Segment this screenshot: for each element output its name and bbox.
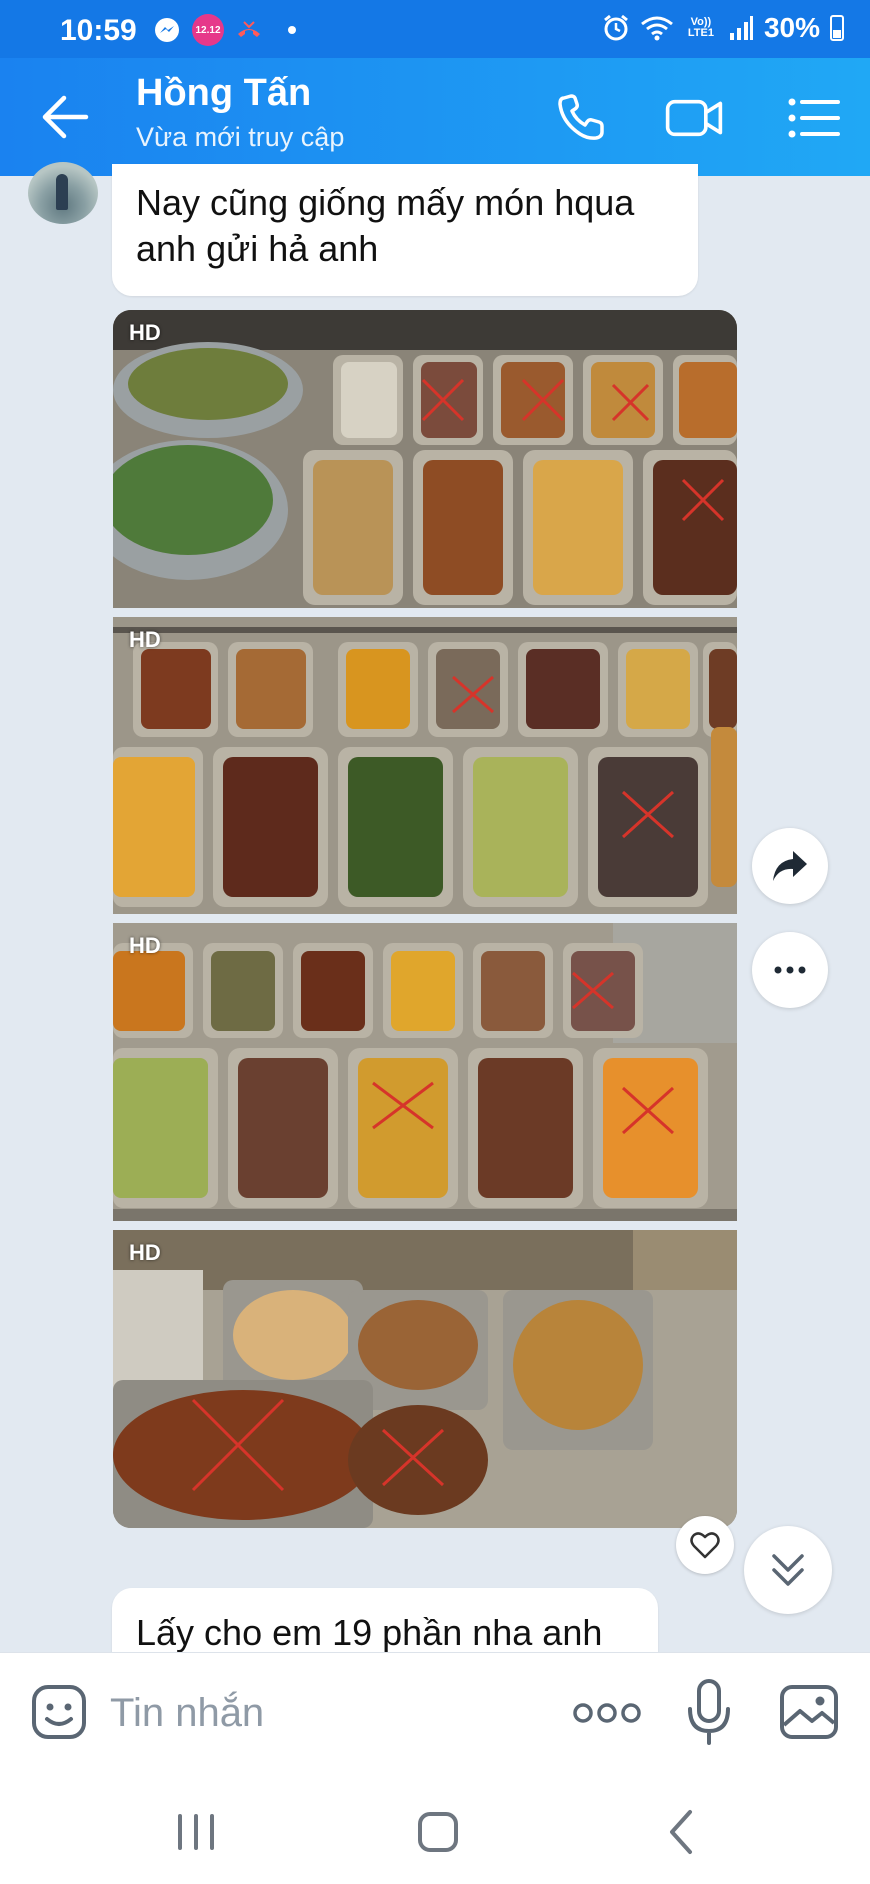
back-arrow-icon[interactable] bbox=[40, 94, 90, 140]
hd-badge: HD bbox=[129, 1240, 161, 1265]
more-dots-icon bbox=[774, 966, 806, 974]
menu-list-icon[interactable] bbox=[784, 92, 844, 144]
message-input[interactable] bbox=[110, 1683, 550, 1743]
emoji-sticker-icon[interactable] bbox=[30, 1683, 88, 1741]
scroll-to-bottom-button[interactable] bbox=[744, 1526, 832, 1614]
hd-badge: HD bbox=[129, 933, 161, 958]
more-notifications-dot bbox=[288, 26, 296, 34]
messenger-icon bbox=[152, 15, 182, 45]
phone-call-icon[interactable] bbox=[552, 92, 612, 144]
more-actions-icon[interactable] bbox=[572, 1695, 642, 1731]
double-chevron-down-icon bbox=[772, 1554, 804, 1586]
photo-message[interactable]: HD bbox=[113, 617, 737, 914]
photo-message[interactable]: HD bbox=[113, 1230, 737, 1528]
forward-button[interactable] bbox=[752, 828, 828, 904]
battery-icon bbox=[830, 15, 844, 41]
message-bubble[interactable]: Lấy cho em 19 phần nha anh bbox=[112, 1588, 658, 1658]
more-options-button[interactable] bbox=[752, 932, 828, 1008]
home-icon[interactable] bbox=[408, 1802, 468, 1862]
status-notification-icons: 12.12 bbox=[152, 14, 296, 46]
status-system-icons: Vo)) LTE1 30% bbox=[602, 12, 844, 44]
network-label: Vo)) LTE1 bbox=[687, 16, 714, 39]
status-bar: 10:59 12.12 Vo)) LTE1 30% bbox=[0, 0, 870, 58]
alarm-icon bbox=[604, 14, 628, 41]
forward-arrow-icon bbox=[773, 851, 807, 881]
heart-icon bbox=[690, 1532, 720, 1559]
signal-icon bbox=[729, 16, 753, 40]
battery-percent: 30% bbox=[763, 12, 820, 43]
chat-header: Hồng Tấn Vừa mới truy cập bbox=[0, 58, 870, 176]
status-time: 10:59 bbox=[60, 14, 137, 47]
image-gallery-icon[interactable] bbox=[778, 1681, 840, 1743]
hd-badge: HD bbox=[129, 320, 161, 345]
food-tray-photo bbox=[113, 617, 737, 914]
missed-call-icon bbox=[234, 15, 264, 45]
food-tray-photo bbox=[113, 1230, 737, 1528]
video-call-icon[interactable] bbox=[664, 92, 724, 144]
avatar-figure bbox=[56, 174, 68, 210]
contact-name[interactable]: Hồng Tấn bbox=[136, 72, 311, 115]
system-nav-bar bbox=[0, 1772, 870, 1884]
photo-message[interactable]: HD bbox=[113, 310, 737, 608]
message-input-bar bbox=[0, 1652, 870, 1772]
react-heart-button[interactable] bbox=[676, 1516, 734, 1574]
microphone-icon[interactable] bbox=[684, 1677, 734, 1747]
wifi-icon bbox=[641, 16, 673, 41]
hd-badge: HD bbox=[129, 627, 161, 652]
photo-message[interactable]: HD bbox=[113, 923, 737, 1221]
lazada-icon: 12.12 bbox=[192, 14, 224, 46]
message-bubble[interactable]: Nay cũng giống mấy món hqua anh gửi hả a… bbox=[112, 164, 698, 296]
recent-apps-icon[interactable] bbox=[166, 1802, 226, 1862]
food-tray-photo bbox=[113, 310, 737, 608]
lazada-badge-text: 12.12 bbox=[195, 24, 221, 36]
contact-status: Vừa mới truy cập bbox=[136, 122, 345, 152]
contact-avatar[interactable] bbox=[28, 162, 98, 224]
back-nav-icon[interactable] bbox=[652, 1802, 712, 1862]
food-tray-photo bbox=[113, 923, 737, 1221]
